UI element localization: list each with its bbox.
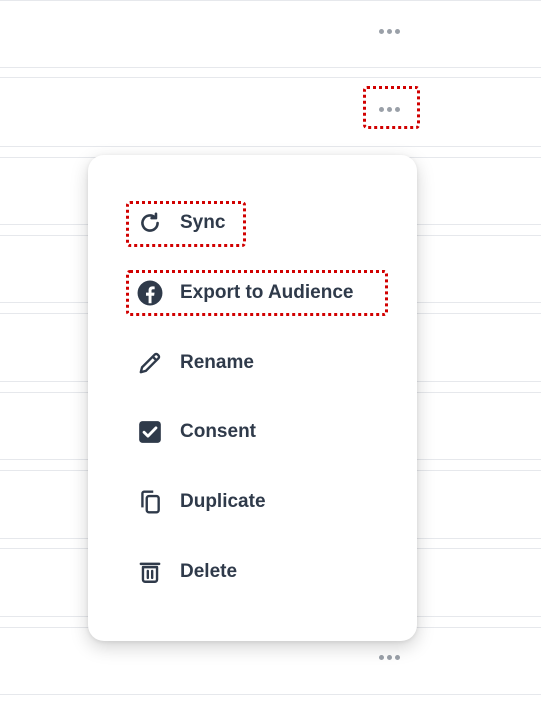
menu-item-label: Duplicate	[180, 491, 266, 512]
menu-item-consent[interactable]: Consent	[88, 412, 417, 452]
menu-item-label: Rename	[180, 352, 254, 373]
menu-item-duplicate[interactable]: Duplicate	[88, 482, 417, 522]
checkbox-checked-icon	[136, 418, 164, 446]
row-divider	[0, 67, 541, 68]
menu-item-export-to-audience[interactable]: Export to Audience	[88, 273, 417, 313]
menu-item-label: Export to Audience	[180, 282, 354, 303]
more-icon	[378, 654, 400, 660]
menu-item-label: Consent	[180, 421, 256, 442]
row-more-button[interactable]	[369, 94, 409, 124]
row-divider	[0, 0, 541, 1]
trash-icon	[136, 558, 164, 586]
more-icon	[378, 106, 400, 112]
row-divider	[0, 146, 541, 147]
row-more-button[interactable]	[369, 16, 409, 46]
facebook-icon	[136, 279, 164, 307]
menu-item-label: Delete	[180, 561, 238, 582]
menu-item-sync[interactable]: Sync	[88, 203, 417, 243]
row-more-button[interactable]	[369, 642, 409, 672]
duplicate-icon	[136, 488, 164, 516]
sync-icon	[136, 209, 164, 237]
pencil-icon	[136, 349, 164, 377]
menu-item-delete[interactable]: Delete	[88, 552, 417, 592]
menu-item-rename[interactable]: Rename	[88, 343, 417, 383]
context-menu: Sync Export to Audience Rename Consent D…	[88, 155, 417, 641]
row-divider	[0, 77, 541, 78]
more-icon	[378, 28, 400, 34]
menu-item-label: Sync	[180, 212, 226, 233]
row-divider	[0, 694, 541, 695]
